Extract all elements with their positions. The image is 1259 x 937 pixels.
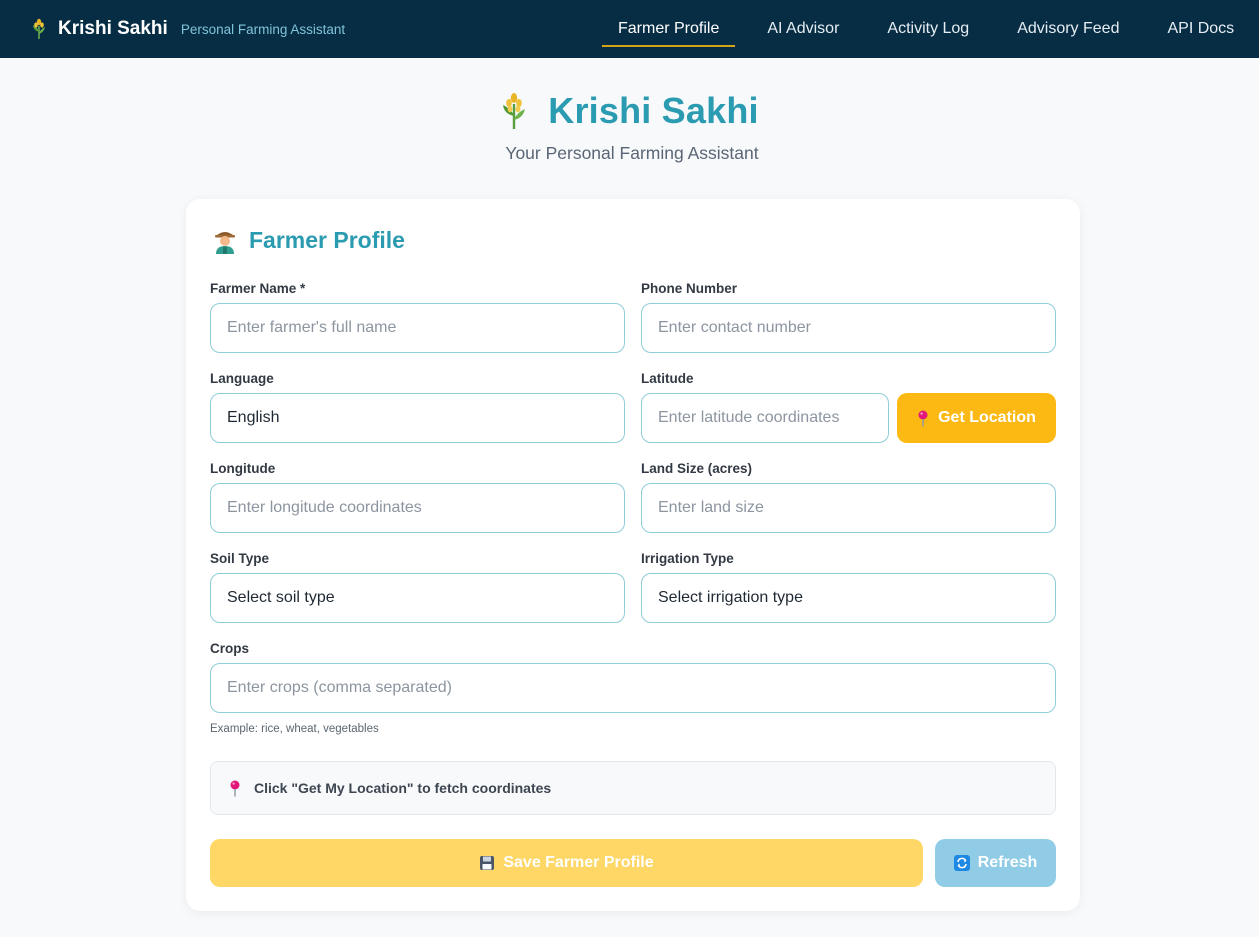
nav-activity-log[interactable]: Activity Log [887, 0, 969, 58]
nav-advisory-feed[interactable]: Advisory Feed [1017, 0, 1119, 58]
pin-icon [230, 780, 240, 796]
pin-icon [918, 410, 928, 426]
phone-label: Phone Number [641, 281, 738, 296]
nav-links: Farmer Profile AI Advisor Activity Log A… [602, 0, 1234, 58]
farmer-profile-card: Farmer Profile Farmer Name * Phone Numbe… [186, 199, 1080, 911]
refresh-icon [953, 855, 970, 871]
latitude-label: Latitude [641, 371, 694, 386]
nav-ai-advisor[interactable]: AI Advisor [767, 0, 839, 58]
save-profile-label: Save Farmer Profile [503, 854, 654, 871]
farmer-name-input[interactable] [210, 303, 625, 353]
top-navbar: Krishi Sakhi Personal Farming Assistant … [0, 0, 1259, 58]
card-title-text: Farmer Profile [249, 227, 405, 253]
latitude-input[interactable] [641, 393, 889, 443]
nav-label: Farmer Profile [618, 20, 720, 37]
nav-label: API Docs [1167, 20, 1235, 37]
floppy-disk-icon [480, 856, 495, 870]
irrigation-type-label: Irrigation Type [641, 551, 734, 566]
get-location-label: Get Location [938, 409, 1036, 426]
wheat-icon [503, 93, 526, 129]
crops-label: Crops [210, 641, 250, 656]
crops-hint: Example: rice, wheat, vegetables [210, 723, 379, 735]
land-size-label: Land Size (acres) [641, 461, 753, 476]
longitude-label: Longitude [210, 461, 276, 476]
hero-title-text: Krishi Sakhi [548, 90, 759, 131]
language-value: English [227, 409, 280, 426]
card-title: Farmer Profile [214, 227, 405, 254]
nav-farmer-profile[interactable]: Farmer Profile [602, 0, 736, 58]
phone-input[interactable] [641, 303, 1056, 353]
farmer-icon [215, 231, 235, 254]
location-status-text: Click "Get My Location" to fetch coordin… [254, 780, 552, 796]
nav-label: Activity Log [887, 20, 970, 37]
brand-name: Krishi Sakhi [58, 18, 168, 39]
refresh-button[interactable]: Refresh [935, 839, 1056, 887]
farmer-name-label: Farmer Name * [210, 281, 306, 296]
refresh-label: Refresh [977, 854, 1038, 871]
location-status: Click "Get My Location" to fetch coordin… [210, 761, 1056, 815]
irrigation-type-value: Select irrigation type [658, 589, 803, 606]
soil-type-label: Soil Type [210, 551, 270, 566]
brand-tagline: Personal Farming Assistant [180, 21, 346, 37]
nav-label: Advisory Feed [1017, 20, 1120, 37]
hero-subtitle: Your Personal Farming Assistant [505, 143, 759, 163]
soil-type-value: Select soil type [227, 589, 335, 606]
language-label: Language [210, 371, 274, 386]
language-select[interactable]: English [210, 393, 625, 443]
hero-title: Krishi Sakhi [0, 90, 1259, 132]
soil-type-select[interactable]: Select soil type [210, 573, 625, 623]
crops-input[interactable] [210, 663, 1056, 713]
irrigation-type-select[interactable]: Select irrigation type [641, 573, 1056, 623]
wheat-icon [33, 18, 45, 39]
brand[interactable]: Krishi Sakhi Personal Farming Assistant [30, 18, 345, 40]
land-size-input[interactable] [641, 483, 1056, 533]
nav-label: AI Advisor [767, 20, 840, 37]
get-location-button[interactable]: Get Location [897, 393, 1056, 443]
save-profile-button[interactable]: Save Farmer Profile [210, 839, 923, 887]
nav-api-docs[interactable]: API Docs [1167, 0, 1234, 58]
longitude-input[interactable] [210, 483, 625, 533]
